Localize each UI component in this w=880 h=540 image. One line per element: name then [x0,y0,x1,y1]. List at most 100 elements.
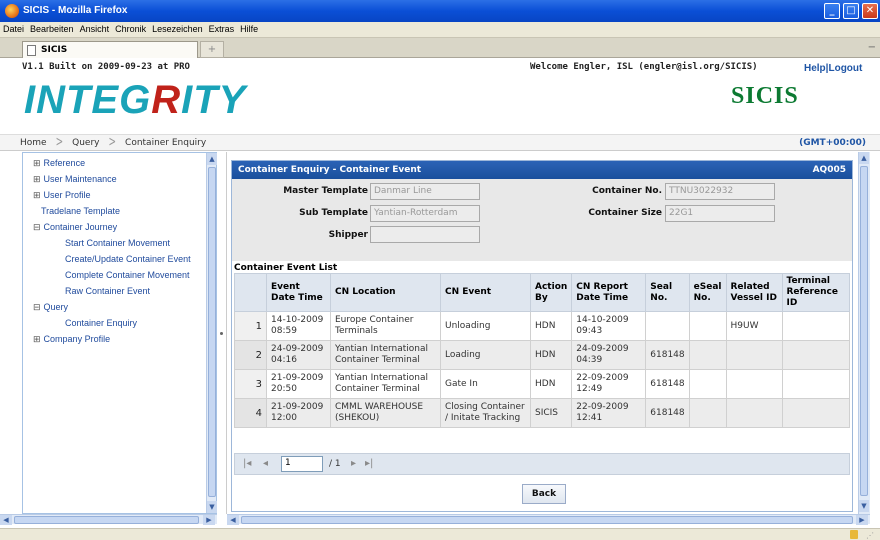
sidebar-item-create-update-container-event[interactable]: Create/Update Container Event [65,254,191,264]
sidebar-item-tradelane-template[interactable]: Tradelane Template [41,206,120,216]
cell-cn-report-date-time: 24-09-2009 04:39 [571,340,647,370]
breadcrumb-current: Container Enquiry [125,138,207,148]
firefox-icon [5,4,19,18]
padlock-icon[interactable] [850,530,858,539]
container-event-table: Event Date Time CN Location CN Event Act… [234,273,850,428]
sidebar-item-user-profile[interactable]: ⊞ User Profile [33,190,91,201]
breadcrumb-query[interactable]: Query [72,138,99,148]
row-number: 1 [234,311,267,341]
cell-event-date-time: 21-09-2009 20:50 [266,369,331,399]
cell-event-date-time: 21-09-2009 12:00 [266,398,331,428]
sidebar-item-label: User Profile [43,190,91,200]
container-size-field[interactable]: 22G1 [665,205,775,222]
column-header-cn-report-date-time[interactable]: CN Report Date Time [571,273,647,312]
sidebar-vertical-scrollbar[interactable]: ▲ ▼ [206,153,217,513]
menu-bearbeiten[interactable]: Bearbeiten [27,22,77,34]
scrollbar-thumb[interactable] [208,167,216,497]
first-page-icon[interactable]: |◂ [243,458,251,469]
master-template-field[interactable]: Danmar Line [370,183,480,200]
cell-eseal-no [688,398,727,428]
page-icon [27,45,36,56]
column-header-cn-event[interactable]: CN Event [440,273,531,312]
menu-lesezeichen[interactable]: Lesezeichen [149,22,206,34]
menu-extras[interactable]: Extras [206,22,238,34]
container-size-label: Container Size [588,208,662,218]
scrollbar-thumb[interactable] [241,516,853,524]
scrollbar-thumb[interactable] [14,516,199,524]
expand-icon[interactable]: ⊞ [33,158,41,168]
scroll-left-icon[interactable]: ◀ [0,515,12,525]
main-horizontal-scrollbar[interactable]: ◀ ▶ [227,514,870,525]
shipper-field[interactable] [370,226,480,243]
menu-hilfe[interactable]: Hilfe [237,22,261,34]
sidebar-item-reference[interactable]: ⊞ Reference [33,158,85,169]
new-tab-button[interactable]: + [200,41,224,58]
scrollbar-thumb[interactable] [860,166,868,496]
next-page-icon[interactable]: ▸ [351,458,356,469]
prev-page-icon[interactable]: ◂ [263,458,268,469]
collapse-icon[interactable]: ⊟ [33,302,41,312]
maximize-button[interactable]: □ [843,3,859,19]
sidebar-item-raw-container-event[interactable]: Raw Container Event [65,286,150,296]
menu-chronik[interactable]: Chronik [112,22,149,34]
sidebar-item-complete-container-movement[interactable]: Complete Container Movement [65,270,190,280]
expand-icon[interactable]: ⊞ [33,334,41,344]
resize-grip-icon[interactable]: ⋰ [866,531,874,540]
column-header-seal-no[interactable]: Seal No. [645,273,690,312]
column-header-cn-location[interactable]: CN Location [330,273,441,312]
column-header-action-by[interactable]: Action By [529,273,573,312]
scroll-down-icon[interactable]: ▼ [207,501,217,513]
scroll-down-icon[interactable]: ▼ [859,500,869,512]
main-vertical-scrollbar[interactable]: ▲ ▼ [858,152,870,514]
scroll-up-icon[interactable]: ▲ [207,153,217,165]
sidebar-item-start-container-movement[interactable]: Start Container Movement [65,238,170,248]
collapse-icon[interactable]: ⊟ [33,222,41,232]
container-no-field[interactable]: TTNU3022932 [665,183,775,200]
table-row[interactable]: 3 21-09-2009 20:50 Yantian International… [234,369,850,399]
breadcrumb-chevron-icon: > [55,135,64,151]
back-button[interactable]: Back [522,484,566,504]
sicis-logo: SICIS [731,83,799,109]
page-number-input[interactable]: 1 [281,456,323,472]
scroll-right-icon[interactable]: ▶ [203,515,215,525]
table-row[interactable]: 2 24-09-2009 04:16 Yantian International… [234,340,850,370]
panel-header: Container Enquiry - Container Event AQ00… [232,161,852,179]
close-button[interactable]: ✕ [862,3,878,19]
minimize-button[interactable]: _ [824,3,840,19]
last-page-icon[interactable]: ▸| [365,458,373,469]
shipper-label: Shipper [328,230,368,240]
scroll-left-icon[interactable]: ◀ [227,515,239,525]
sidebar-horizontal-scrollbar[interactable]: ◀ ▶ [0,514,217,525]
expand-icon[interactable]: ⊞ [33,190,41,200]
app-header: V1.1 Built on 2009-09-23 at PRO Welcome … [0,58,880,134]
table-row[interactable]: 4 21-09-2009 12:00 CMML WAREHOUSE (SHEKO… [234,398,850,428]
sub-template-field[interactable]: Yantian-Rotterdam [370,205,480,222]
tab-sicis[interactable]: SICIS [22,41,198,58]
cell-event-date-time: 24-09-2009 04:16 [266,340,331,370]
breadcrumb-home[interactable]: Home [20,138,47,148]
sidebar-item-user-maintenance[interactable]: ⊞ User Maintenance [33,174,117,185]
pane-splitter[interactable] [217,152,227,514]
browser-status-bar: ⋰ [0,528,880,540]
sidebar-item-query[interactable]: ⊟ Query [33,302,68,313]
scroll-right-icon[interactable]: ▶ [856,515,868,525]
help-link[interactable]: Help [804,63,826,74]
menu-ansicht[interactable]: Ansicht [77,22,113,34]
tab-list-icon[interactable]: − [868,42,876,53]
sidebar-item-container-enquiry[interactable]: Container Enquiry [65,318,137,328]
logo-text-suffix: ITY [181,78,247,122]
sub-template-label: Sub Template [299,208,368,218]
column-header-event-date-time[interactable]: Event Date Time [266,273,331,312]
expand-icon[interactable]: ⊞ [33,174,41,184]
column-header-related-vessel-id[interactable]: Related Vessel ID [725,273,783,312]
build-info: V1.1 Built on 2009-09-23 at PRO [22,62,190,72]
logout-link[interactable]: Logout [828,63,862,74]
pagination-toolbar: |◂ ◂ 1 / 1 ▸ ▸| [234,453,850,475]
sidebar-item-company-profile[interactable]: ⊞ Company Profile [33,334,110,345]
sidebar-item-container-journey[interactable]: ⊟ Container Journey [33,222,117,233]
menu-datei[interactable]: Datei [0,22,27,34]
table-row[interactable]: 1 14-10-2009 08:59 Europe Container Term… [234,311,850,341]
scroll-up-icon[interactable]: ▲ [859,152,869,164]
column-header-eseal-no[interactable]: eSeal No. [688,273,727,312]
column-header-terminal-reference-id[interactable]: Terminal Reference ID [781,273,850,312]
